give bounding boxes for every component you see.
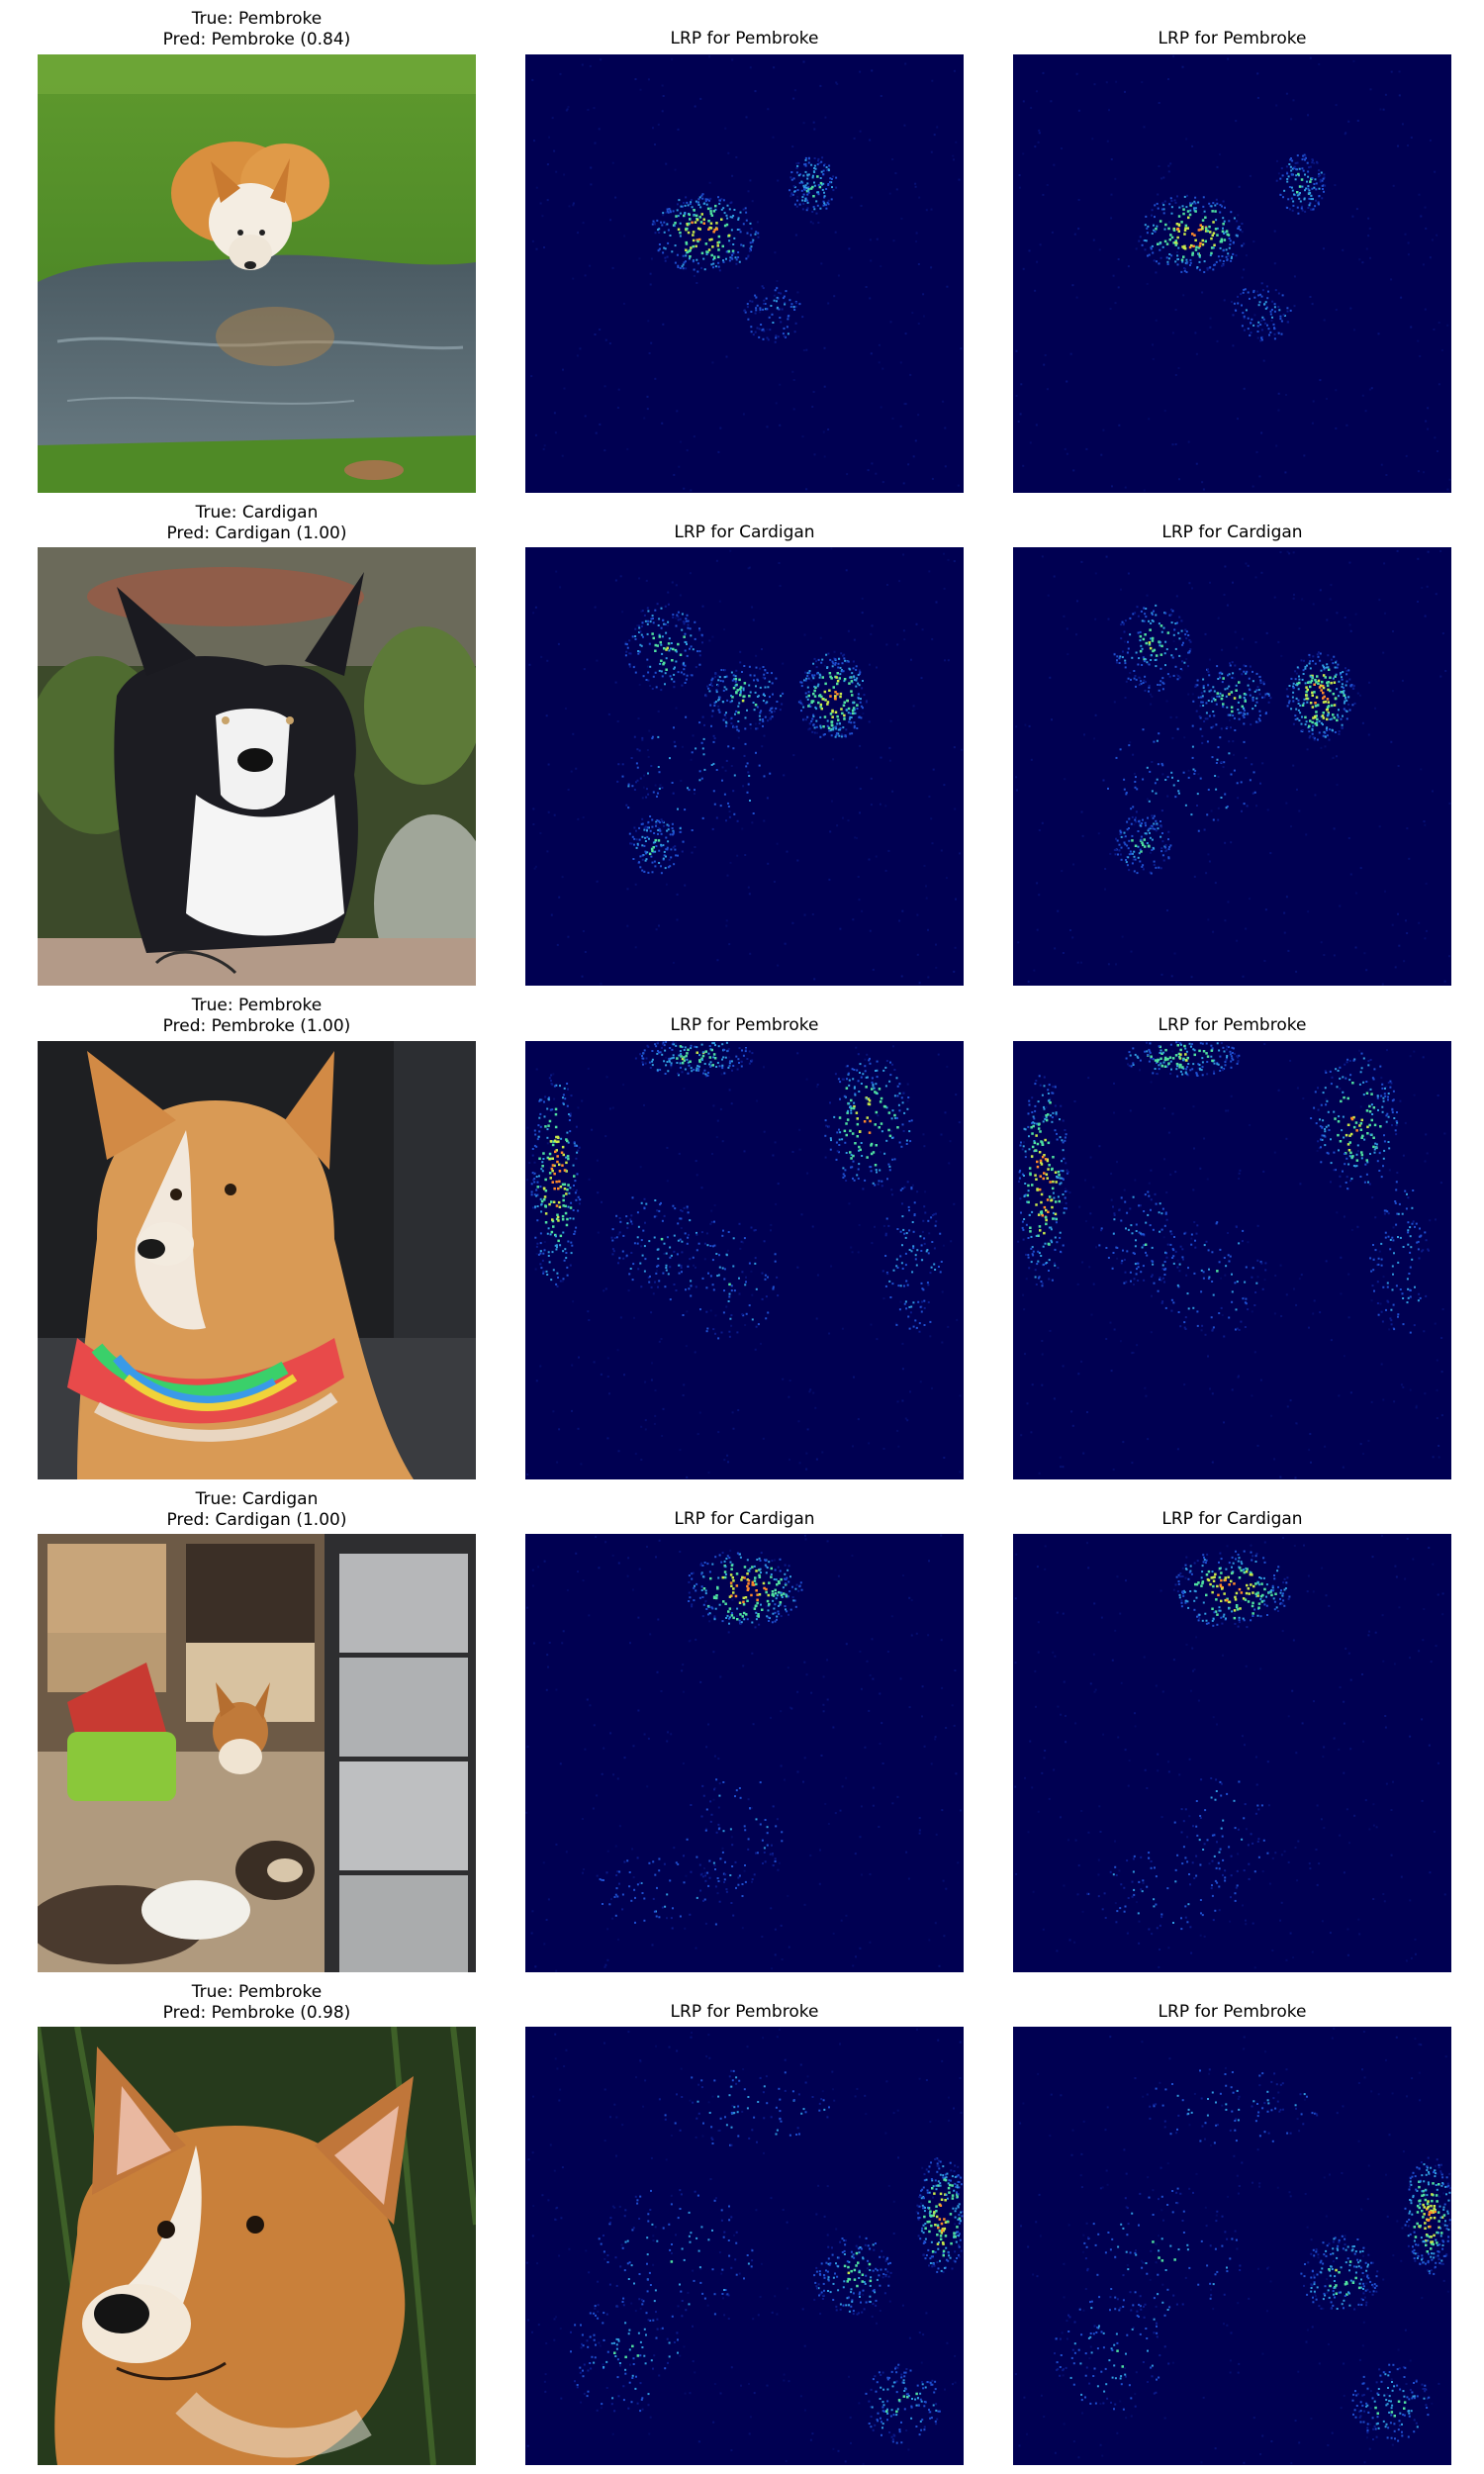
dog-photo — [38, 1041, 476, 1479]
lrp-title: LRP for Cardigan — [674, 523, 815, 542]
lrp-heatmap-image — [1013, 54, 1451, 493]
photo-title: True: Cardigan Pred: Cardigan (1.00) — [38, 1489, 476, 1531]
pred-label: Pred: Pembroke (0.84) — [162, 30, 351, 49]
photo-title: True: Pembroke Pred: Pembroke (0.98) — [38, 1982, 476, 2024]
photo-title: True: Pembroke Pred: Pembroke (1.00) — [38, 996, 476, 1037]
true-label: True: Cardigan — [195, 1489, 319, 1509]
lrp-title: LRP for Cardigan — [1161, 523, 1303, 542]
lrp-heatmap-image — [1013, 2027, 1451, 2465]
collar-corgi-photo — [38, 1041, 476, 1479]
lrp-title: LRP for Pembroke — [1158, 2002, 1307, 2022]
lrp-heatmap-image — [1013, 1534, 1451, 1972]
lrp-heatmap-image — [525, 54, 964, 493]
lrp-heatmap — [525, 547, 964, 986]
lrp-heatmap — [1013, 1041, 1451, 1479]
room-corgi-photo — [38, 1534, 476, 1972]
lrp-heatmap-image — [525, 1534, 964, 1972]
pred-label: Pred: Pembroke (0.98) — [162, 2003, 351, 2023]
lrp-title: LRP for Cardigan — [1161, 1509, 1303, 1529]
true-label: True: Pembroke — [191, 9, 323, 29]
true-label: True: Pembroke — [191, 996, 323, 1015]
lrp-heatmap — [1013, 2027, 1451, 2465]
lrp-heatmap-image — [525, 547, 964, 986]
lrp-heatmap — [525, 54, 964, 493]
dog-photo — [38, 547, 476, 986]
lrp-heatmap — [1013, 547, 1451, 986]
lrp-heatmap — [1013, 1534, 1451, 1972]
lrp-heatmap-image — [525, 1041, 964, 1479]
lrp-heatmap-image — [1013, 547, 1451, 986]
lrp-heatmap-image — [525, 2027, 964, 2465]
photo-title: True: Cardigan Pred: Cardigan (1.00) — [38, 503, 476, 544]
lrp-title: LRP for Pembroke — [670, 2002, 819, 2022]
photo-title: True: Pembroke Pred: Pembroke (0.84) — [38, 9, 476, 50]
lrp-title: LRP for Pembroke — [1158, 1015, 1307, 1035]
lrp-title: LRP for Pembroke — [1158, 29, 1307, 48]
lrp-heatmap — [1013, 54, 1451, 493]
pred-label: Pred: Pembroke (1.00) — [162, 1016, 351, 1036]
lrp-heatmap — [525, 2027, 964, 2465]
lrp-title: LRP for Cardigan — [674, 1509, 815, 1529]
lrp-title: LRP for Pembroke — [670, 1015, 819, 1035]
lrp-heatmap-image — [1013, 1041, 1451, 1479]
pred-label: Pred: Cardigan (1.00) — [166, 523, 347, 543]
dog-photo — [38, 1534, 476, 1972]
lrp-heatmap — [525, 1041, 964, 1479]
cardigan-corgi-photo — [38, 547, 476, 986]
puddle-corgi-photo — [38, 54, 476, 493]
pred-label: Pred: Cardigan (1.00) — [166, 1510, 347, 1530]
lrp-title: LRP for Pembroke — [670, 29, 819, 48]
lrp-heatmap — [525, 1534, 964, 1972]
true-label: True: Pembroke — [191, 1982, 323, 2002]
true-label: True: Cardigan — [195, 503, 319, 523]
dog-photo — [38, 54, 476, 493]
closeup-corgi-photo — [38, 2027, 476, 2465]
dog-photo — [38, 2027, 476, 2465]
